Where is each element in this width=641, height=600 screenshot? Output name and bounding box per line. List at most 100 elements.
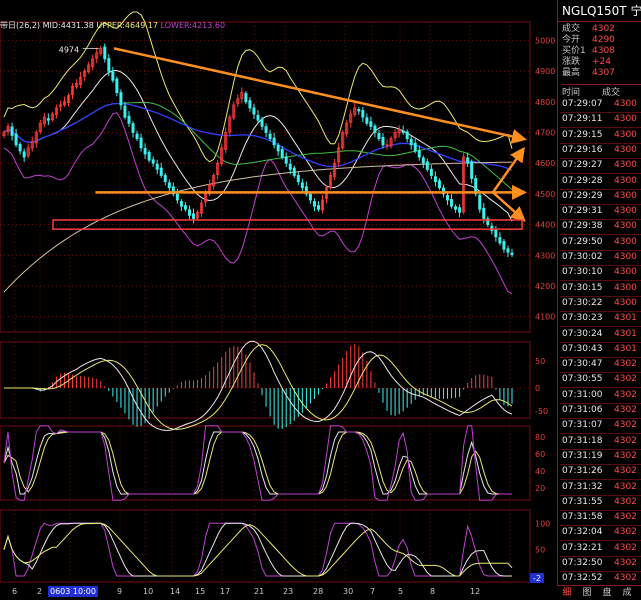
trade-row: 07:30:02 4300 bbox=[560, 250, 641, 266]
macd-tick-label: 50 bbox=[535, 357, 545, 366]
trade-time: 07:29:07 bbox=[562, 99, 603, 109]
candle-body bbox=[123, 105, 127, 118]
candle-body bbox=[429, 168, 433, 176]
quote-panel: NGLQ150T 宁... 成交4302今开4290买价14308涨跌+24最高… bbox=[557, 0, 641, 599]
candle-body bbox=[252, 107, 256, 115]
trade-row: 07:29:38 4300 bbox=[560, 219, 641, 236]
price-tick-label: 4300 bbox=[535, 251, 555, 260]
candle-body bbox=[357, 109, 361, 112]
tab-book[interactable]: 盘 bbox=[597, 586, 617, 600]
quote-key: 今开 bbox=[562, 35, 581, 45]
candle-body bbox=[179, 201, 183, 207]
trade-time: 07:30:15 bbox=[562, 282, 603, 293]
price-tick-label: 4200 bbox=[535, 282, 555, 291]
trade-row: 07:31:26 4302 bbox=[560, 464, 641, 481]
trade-price: 4302 bbox=[614, 542, 637, 553]
trade-row: 07:31:19 4302 bbox=[560, 449, 641, 465]
candle-body bbox=[433, 176, 437, 183]
trade-price: 4300 bbox=[614, 190, 637, 201]
trade-price: 4300 bbox=[614, 252, 637, 262]
macd-tick-label: 0 bbox=[535, 384, 540, 393]
x-tick-label: 0603 10:00 bbox=[48, 586, 98, 597]
candle-body bbox=[494, 229, 498, 238]
x-tick-label: 12 bbox=[470, 587, 481, 596]
candle-body bbox=[155, 163, 159, 170]
candle-body bbox=[466, 157, 470, 164]
trade-price: 4302 bbox=[614, 527, 637, 538]
trade-price: 4300 bbox=[614, 160, 637, 171]
trade-price: 4302 bbox=[614, 389, 637, 400]
trade-time: 07:31:18 bbox=[562, 435, 603, 446]
trade-time: 07:30:22 bbox=[562, 297, 603, 308]
trade-price: 4300 bbox=[614, 221, 637, 232]
instrument-title: NGLQ150T 宁... bbox=[558, 0, 641, 22]
tab-detail[interactable]: 细 bbox=[557, 586, 577, 600]
trade-price: 4300 bbox=[614, 236, 637, 247]
trade-price: 4302 bbox=[614, 374, 637, 385]
tab-trades[interactable]: 成 bbox=[617, 586, 637, 600]
trade-row: 07:30:24 4301 bbox=[560, 327, 641, 343]
trade-row: 07:29:16 4300 bbox=[560, 143, 641, 159]
candle-body bbox=[498, 237, 502, 244]
trade-row: 07:30:55 4302 bbox=[560, 372, 641, 389]
trade-row: 07:29:50 4300 bbox=[560, 235, 641, 251]
trade-time: 07:30:02 bbox=[562, 252, 603, 262]
candle-body bbox=[401, 130, 405, 133]
trade-time: 07:29:15 bbox=[562, 129, 603, 140]
candlestick-chart[interactable]: 4974 50 0 -50 80 60 40 20 100 50 -2 5000 4900 480… bbox=[0, 0, 557, 599]
x-tick-label: 30 bbox=[343, 587, 354, 596]
tab-chart[interactable]: 图 bbox=[577, 586, 597, 600]
price-tick-label: 5000 bbox=[535, 36, 555, 45]
bollinger-lower: LOWER:4213.60 bbox=[160, 21, 226, 30]
trade-price: 4300 bbox=[614, 282, 637, 293]
trade-time: 07:29:50 bbox=[562, 236, 603, 247]
x-tick-label: 8 bbox=[430, 587, 436, 596]
trade-row: 07:30:43 4301 bbox=[560, 342, 641, 358]
candle-body bbox=[405, 131, 409, 140]
candle-body bbox=[417, 150, 421, 158]
candle-body bbox=[490, 225, 494, 232]
trade-row: 07:29:27 4300 bbox=[560, 158, 641, 175]
trade-time: 07:29:11 bbox=[562, 114, 603, 125]
trade-row: 07:31:55 4302 bbox=[560, 495, 641, 511]
trade-row: 07:30:47 4302 bbox=[560, 357, 641, 374]
candle-body bbox=[151, 159, 155, 164]
trade-row: 07:32:50 4302 bbox=[560, 556, 641, 572]
trade-time: 07:31:19 bbox=[562, 450, 603, 461]
trade-price: 4302 bbox=[614, 481, 637, 492]
bottom-value: -2 bbox=[533, 574, 541, 583]
trade-time: 07:30:23 bbox=[562, 313, 603, 324]
quote-row: 买价1 4308 bbox=[562, 46, 641, 57]
x-tick-label: 23 bbox=[283, 587, 294, 596]
candle-body bbox=[510, 252, 514, 256]
candle-body bbox=[131, 123, 135, 133]
candle-body bbox=[502, 241, 506, 250]
candle-body bbox=[22, 151, 26, 158]
candle-body bbox=[478, 194, 482, 210]
candle-body bbox=[147, 152, 151, 161]
candle-body bbox=[437, 180, 441, 189]
candle-body bbox=[244, 93, 248, 103]
candle-body bbox=[107, 58, 111, 72]
x-tick-label: 15 bbox=[195, 587, 206, 596]
candle-body bbox=[159, 167, 163, 176]
candle-body bbox=[175, 193, 179, 201]
trade-price: 4302 bbox=[614, 435, 637, 446]
trade-row: 07:30:23 4301 bbox=[560, 311, 641, 328]
rsi-tick-label: 50 bbox=[535, 546, 545, 555]
candle-body bbox=[135, 133, 139, 140]
candle-body bbox=[445, 195, 449, 201]
x-tick-label: 6 bbox=[12, 587, 18, 596]
candle-body bbox=[365, 117, 369, 124]
trade-time: 07:30:24 bbox=[562, 328, 603, 339]
trade-price: 4302 bbox=[614, 450, 637, 461]
candle-body bbox=[421, 157, 425, 164]
candle-body bbox=[46, 118, 50, 121]
candle-body bbox=[482, 207, 486, 219]
candle-body bbox=[256, 114, 260, 121]
quote-row: 成交 4302 bbox=[562, 24, 641, 35]
candle-body bbox=[450, 199, 454, 207]
trade-time: 07:29:38 bbox=[562, 221, 603, 232]
bottom-tabs: 细图盘成 bbox=[557, 585, 641, 600]
candle-body bbox=[300, 182, 304, 189]
